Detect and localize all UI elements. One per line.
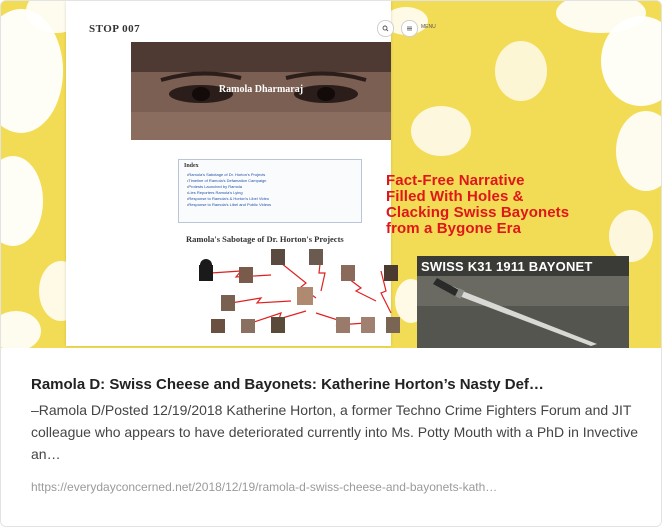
- search-icon: [382, 25, 389, 32]
- overlay-line: from a Bygone Era: [386, 220, 522, 237]
- bayonet-caption: SWISS K31 1911 BAYONET: [421, 259, 593, 274]
- preview-title[interactable]: Ramola D: Swiss Cheese and Bayonets: Kat…: [31, 376, 649, 393]
- link-preview-card[interactable]: STOP 007 MENU Ramola Dharmaraj Index • R…: [0, 0, 662, 527]
- overlay-line: Fact-Free Narrative: [386, 172, 525, 189]
- menu-button: [401, 20, 418, 37]
- overlay-headline: Fact-Free Narrative Filled With Holes & …: [386, 173, 631, 237]
- index-item: Response to Ramola's Libel and Public Vi…: [187, 202, 271, 208]
- bayonet-photo: SWISS K31 1911 BAYONET: [417, 256, 629, 348]
- index-item: Response to Ramola's & Horton's Libel Vi…: [187, 196, 271, 202]
- preview-url[interactable]: https://everydayconcerned.net/2018/12/19…: [31, 480, 651, 494]
- hero-banner: Ramola Dharmaraj: [131, 42, 391, 140]
- preview-caption[interactable]: Ramola D: Swiss Cheese and Bayonets: Kat…: [1, 348, 661, 526]
- menu-icon: [407, 26, 412, 31]
- relationship-diagram: [199, 249, 400, 333]
- hero-name: Ramola Dharmaraj: [218, 84, 304, 95]
- overlay-line: Filled With Holes &: [386, 188, 524, 205]
- preview-description: –Ramola D/Posted 12/19/2018 Katherine Ho…: [31, 402, 638, 462]
- index-list: Ramola's Sabotage of Dr. Horton's Projec…: [187, 172, 271, 207]
- index-item: Timeline of Ramola's Defamation Campaign: [187, 178, 271, 184]
- site-brand: STOP 007: [89, 23, 141, 35]
- menu-label: MENU: [421, 24, 436, 30]
- overlay-line: Clacking Swiss Bayonets: [386, 204, 570, 221]
- search-button: [377, 20, 394, 37]
- preview-thumbnail[interactable]: STOP 007 MENU Ramola Dharmaraj Index • R…: [1, 1, 661, 348]
- index-title: Index: [184, 163, 199, 169]
- index-box: Index Ramola's Sabotage of Dr. Horton's …: [178, 159, 362, 223]
